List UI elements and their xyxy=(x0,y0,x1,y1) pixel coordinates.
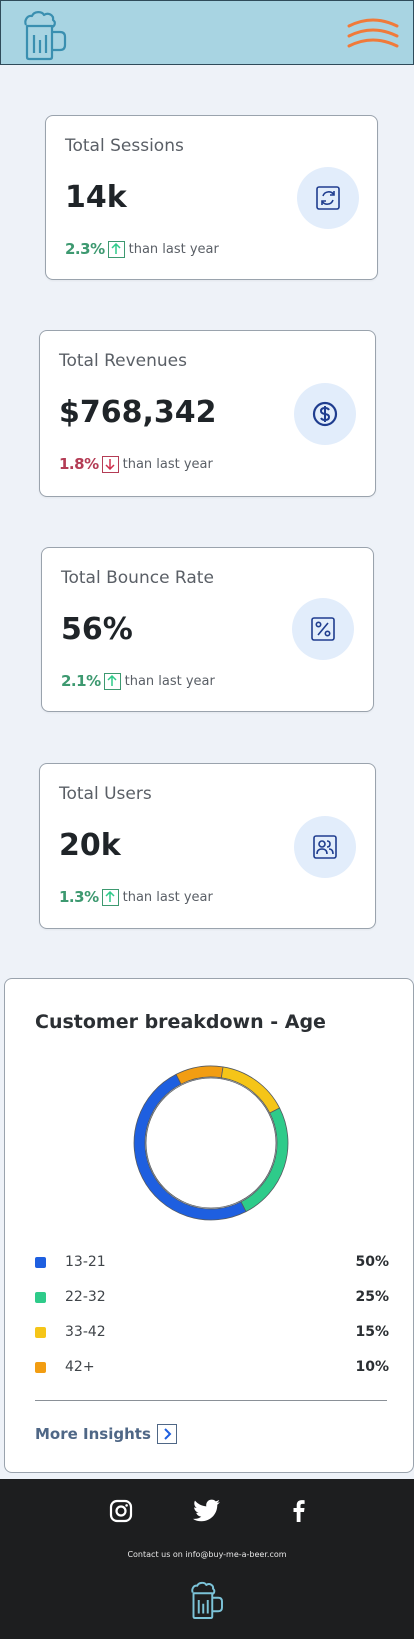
arrow-up-icon xyxy=(101,888,119,906)
legend-value: 25% xyxy=(355,1289,389,1305)
legend-swatch xyxy=(35,1292,46,1303)
stat-change: 1.8% xyxy=(59,455,99,473)
stat-change: 2.3% xyxy=(65,240,105,258)
stat-trend: 1.3% than last year xyxy=(59,888,213,906)
donut-hole xyxy=(145,1077,277,1209)
legend-value: 15% xyxy=(355,1324,389,1340)
stat-card-revenues: Total Revenues $768,342 1.8% than last y… xyxy=(39,330,376,497)
percent-icon xyxy=(292,598,354,660)
stat-comparison: than last year xyxy=(124,673,215,689)
legend-row-22-32: 22-32 25% xyxy=(35,1287,389,1309)
stat-value: 56% xyxy=(61,612,133,647)
stat-change: 2.1% xyxy=(61,672,101,690)
age-donut-chart xyxy=(133,1065,289,1221)
hamburger-menu-icon[interactable] xyxy=(347,17,399,53)
stat-title: Total Bounce Rate xyxy=(61,568,214,588)
more-insights-link[interactable]: More Insights xyxy=(35,1424,177,1444)
stat-trend: 1.8% than last year xyxy=(59,455,213,473)
legend-value: 50% xyxy=(355,1254,389,1270)
refresh-icon xyxy=(297,167,359,229)
beer-mug-icon xyxy=(191,1581,223,1619)
stat-comparison: than last year xyxy=(128,241,219,257)
dollar-icon xyxy=(294,383,356,445)
stat-value: 20k xyxy=(59,828,121,863)
customer-breakdown-card: Customer breakdown - Age 13-21 50% 22-32… xyxy=(4,978,414,1473)
arrow-up-icon xyxy=(103,672,121,690)
legend-label: 42+ xyxy=(65,1359,95,1375)
stat-title: Total Sessions xyxy=(65,136,184,156)
stat-comparison: than last year xyxy=(122,889,213,905)
more-insights-label: More Insights xyxy=(35,1425,151,1443)
contact-text: Contact us on info@buy-me-a-beer.com xyxy=(127,1550,287,1559)
stat-title: Total Revenues xyxy=(59,351,187,371)
legend-swatch xyxy=(35,1362,46,1373)
users-icon xyxy=(294,816,356,878)
legend-label: 22-32 xyxy=(65,1289,106,1305)
breakdown-title: Customer breakdown - Age xyxy=(35,1011,326,1033)
stat-card-sessions: Total Sessions 14k 2.3% than last year xyxy=(45,115,378,280)
page-footer: Contact us on info@buy-me-a-beer.com xyxy=(0,1479,414,1639)
stat-title: Total Users xyxy=(59,784,152,804)
legend-swatch xyxy=(35,1327,46,1338)
stat-comparison: than last year xyxy=(122,456,213,472)
stat-change: 1.3% xyxy=(59,888,99,906)
legend-row-42-plus: 42+ 10% xyxy=(35,1357,389,1379)
legend-row-33-42: 33-42 15% xyxy=(35,1322,389,1344)
legend-swatch xyxy=(35,1257,46,1268)
stat-trend: 2.1% than last year xyxy=(61,672,215,690)
stat-value: 14k xyxy=(65,180,127,215)
stat-card-bounce-rate: Total Bounce Rate 56% 2.1% than last yea… xyxy=(41,547,374,712)
facebook-icon[interactable] xyxy=(287,1499,311,1523)
legend-label: 13-21 xyxy=(65,1254,106,1270)
divider xyxy=(35,1400,387,1401)
app-header xyxy=(0,0,414,65)
arrow-up-icon xyxy=(107,240,125,258)
instagram-icon[interactable] xyxy=(109,1499,133,1523)
legend-value: 10% xyxy=(355,1359,389,1375)
chevron-right-icon xyxy=(156,1424,177,1444)
twitter-icon[interactable] xyxy=(193,1499,221,1523)
legend-label: 33-42 xyxy=(65,1324,106,1340)
legend-row-13-21: 13-21 50% xyxy=(35,1252,389,1274)
stat-value: $768,342 xyxy=(59,395,217,430)
arrow-down-icon xyxy=(101,455,119,473)
stat-card-users: Total Users 20k 1.3% than last year xyxy=(39,763,376,929)
stat-trend: 2.3% than last year xyxy=(65,240,219,258)
beer-mug-icon[interactable] xyxy=(21,9,69,61)
